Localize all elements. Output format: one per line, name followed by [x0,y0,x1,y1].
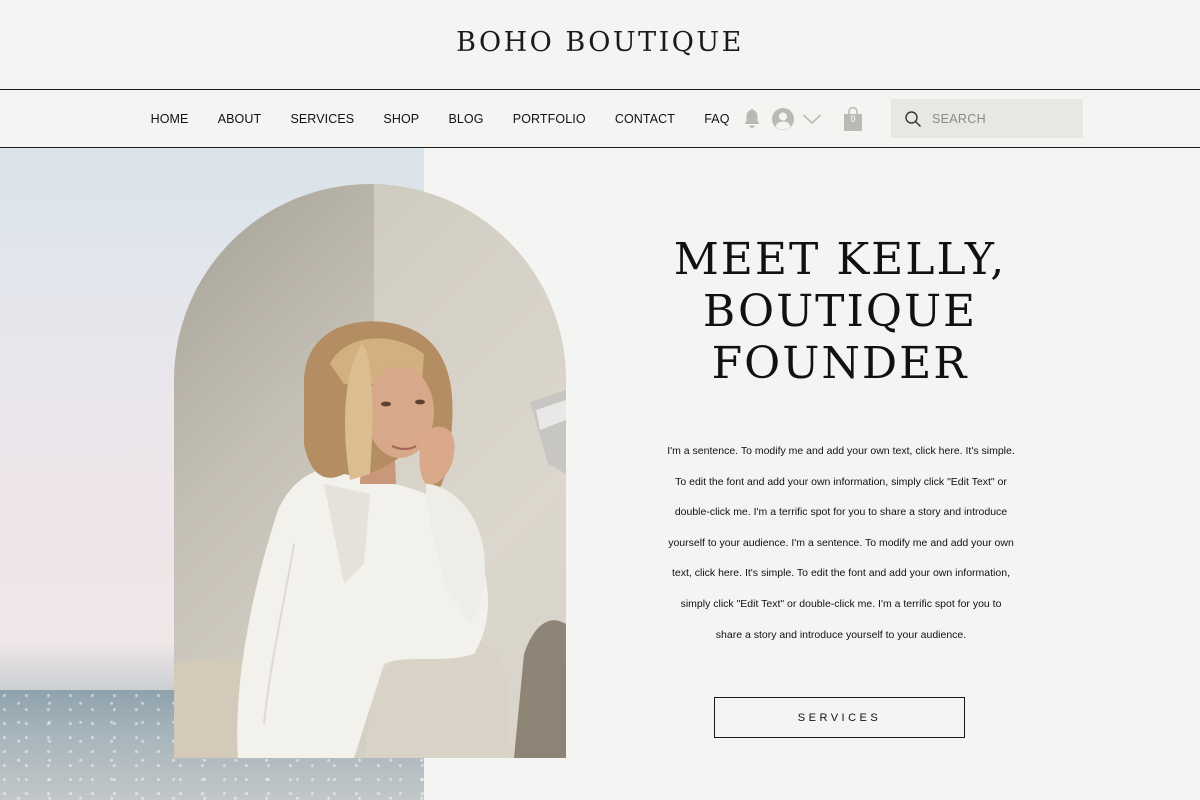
site-header: BOHO BOUTIQUE [0,0,1200,90]
hero-title: MEET KELLY, BOUTIQUE FOUNDER [673,234,1007,389]
nav-link-faq[interactable]: FAQ [690,112,745,126]
bell-icon[interactable] [740,104,764,134]
nav-link-services[interactable]: SERVICES [276,112,369,126]
cart-count: 0 [850,114,856,124]
member-icons: 0 [740,104,866,134]
founder-portrait-arch [174,184,566,758]
nav-link-about[interactable]: ABOUT [203,112,276,126]
site-logo[interactable]: BOHO BOUTIQUE [456,27,744,58]
services-button[interactable]: SERVICES [714,697,965,738]
founder-portrait [174,184,566,758]
search-input[interactable] [932,111,1072,126]
search-icon [905,110,921,127]
nav-link-home[interactable]: HOME [136,112,203,126]
nav-link-blog[interactable]: BLOG [434,112,498,126]
nav-link-portfolio[interactable]: PORTFOLIO [498,112,600,126]
nav-link-contact[interactable]: CONTACT [600,112,689,126]
hero-body-text: I'm a sentence. To modify me and add you… [667,445,1015,641]
shopping-bag-icon[interactable]: 0 [840,104,866,134]
main-nav: HOME ABOUT SERVICES SHOP BLOG PORTFOLIO … [0,90,1200,147]
avatar-icon[interactable] [770,104,796,134]
nav-links: HOME ABOUT SERVICES SHOP BLOG PORTFOLIO … [136,90,744,147]
search-box[interactable] [891,99,1083,138]
nav-link-shop[interactable]: SHOP [369,112,434,126]
chevron-down-icon[interactable] [800,104,824,134]
